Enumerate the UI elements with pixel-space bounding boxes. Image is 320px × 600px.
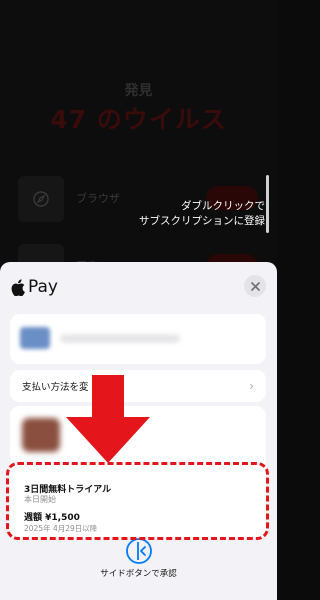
side-button-hint-line-1: ダブルクリックで (181, 200, 265, 212)
compass-icon (33, 191, 49, 207)
virus-count: 47 のウイルス (50, 105, 227, 134)
side-button-hint-line-2: サブスクリプションに登録 (139, 215, 265, 227)
background-app: 発見 47 のウイルス ブラウザ 写真 ダブルクリックで サブスクリプションに登… (0, 0, 277, 290)
side-button-indicator (266, 175, 269, 233)
down-arrow-icon (66, 375, 150, 463)
side-button-hint: ダブルクリックで サブスクリプションに登録 (139, 199, 265, 229)
browser-tile (18, 176, 64, 222)
discover-heading: 発見 (124, 83, 153, 99)
trial-highlight-box (6, 462, 269, 540)
browser-label: ブラウザ (76, 192, 120, 205)
